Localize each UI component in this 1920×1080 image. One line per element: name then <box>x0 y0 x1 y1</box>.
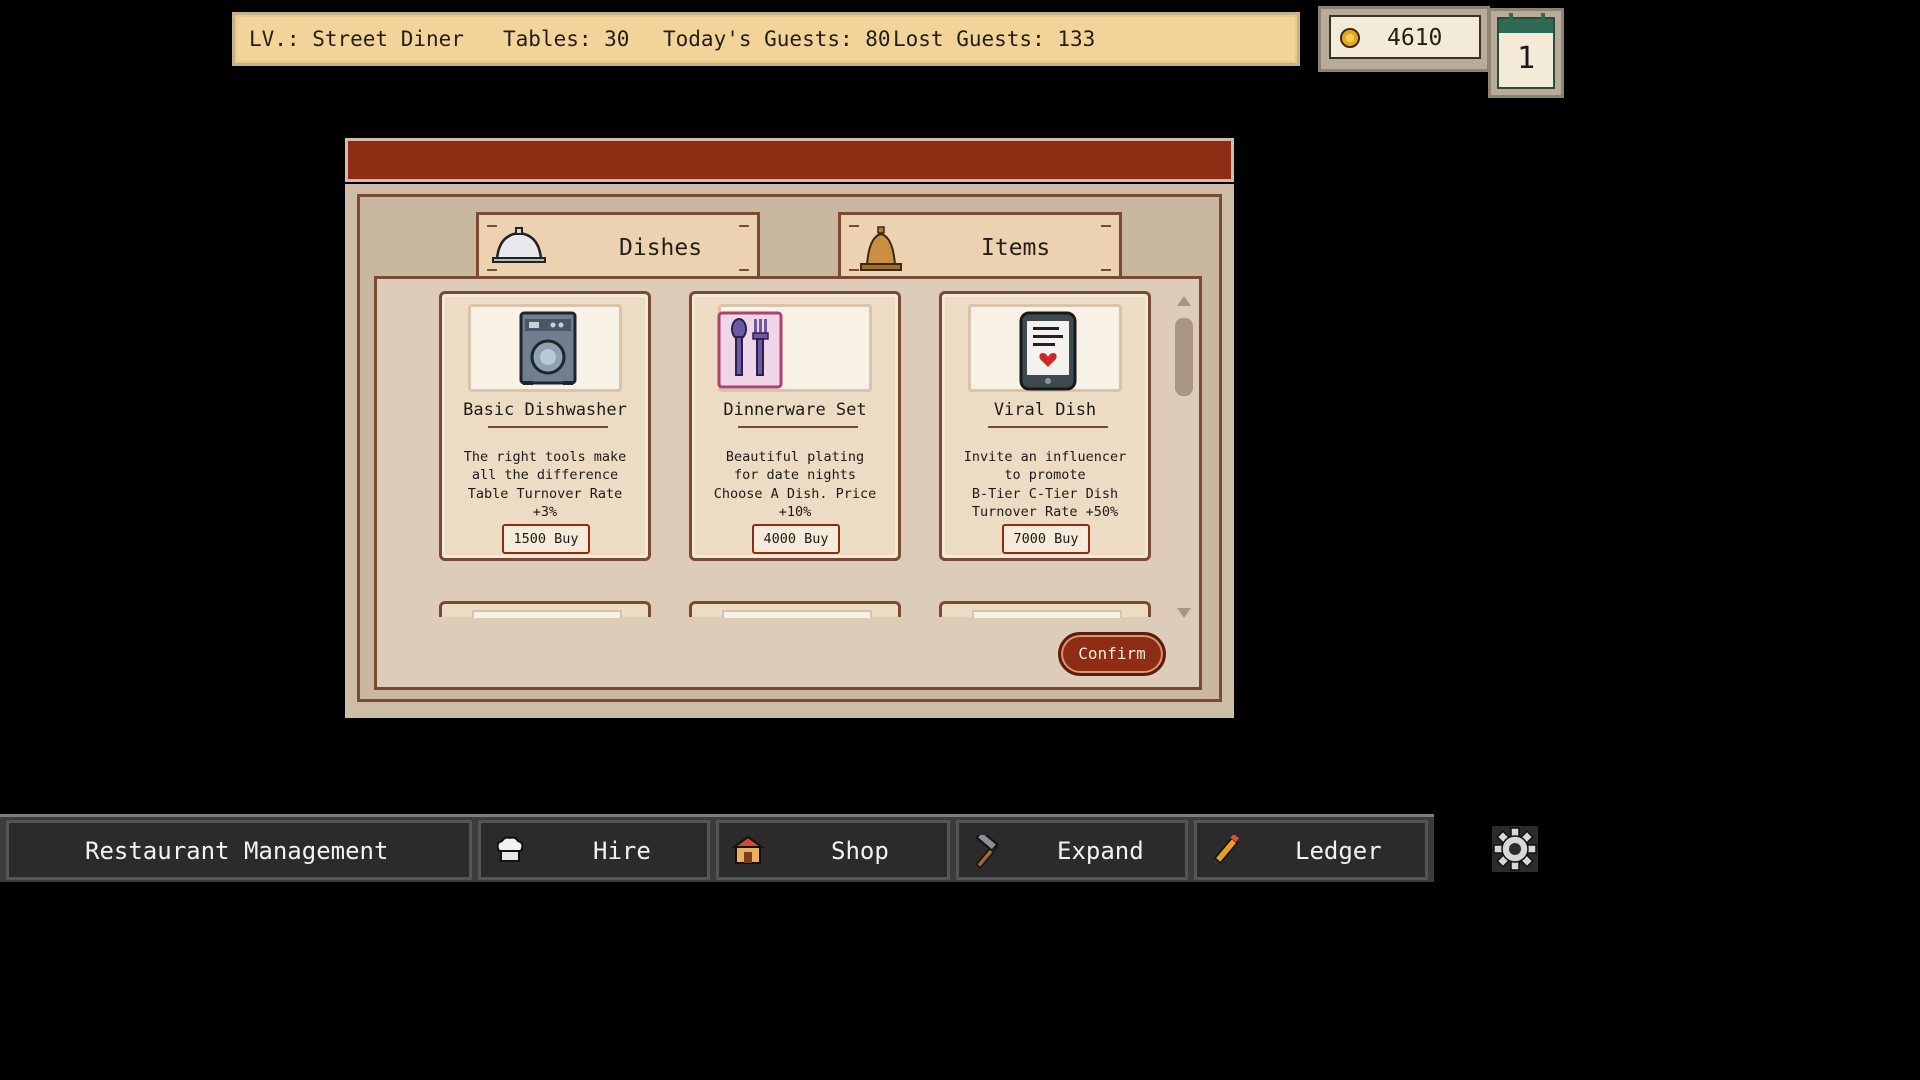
item-name: Viral Dish <box>993 400 1097 420</box>
restaurant-level: LV.: Street Diner <box>249 27 464 51</box>
buy-button[interactable]: 4000 Buy <box>752 524 840 554</box>
tab-dishes[interactable]: Dishes <box>476 212 760 278</box>
settings-button[interactable] <box>1490 824 1540 874</box>
expand-button[interactable]: Expand <box>956 820 1188 880</box>
scroll-down-arrow-icon[interactable] <box>1176 604 1192 623</box>
cloche-icon <box>491 225 547 269</box>
shop-item-card: Basic Dishwasher The right tools make al… <box>439 291 651 561</box>
hire-label: Hire <box>593 837 651 865</box>
status-bar: LV.: Street Diner Tables: 30 Today's Gue… <box>232 12 1429 66</box>
restaurant-management-title: Restaurant Management <box>6 820 472 880</box>
item-name: Basic Dishwasher <box>463 400 627 420</box>
cutlery-icon <box>717 311 783 389</box>
item-description: Beautiful plating for date nights Choose… <box>713 449 877 520</box>
tab-dishes-label: Dishes <box>619 235 703 261</box>
shop-label: Shop <box>831 837 889 865</box>
calendar-day[interactable]: 1 <box>1488 8 1564 98</box>
ledger-button[interactable]: Ledger <box>1194 820 1428 880</box>
hammer-icon <box>971 830 1005 873</box>
item-description: Invite an influencer to promote B-Tier C… <box>963 449 1127 520</box>
calendar-icon: 1 <box>1497 13 1555 89</box>
bottom-nav-title: Restaurant Management <box>85 837 389 865</box>
item-name: Dinnerware Set <box>723 400 867 420</box>
tables-count: Tables: 30 <box>503 27 630 51</box>
shop-button[interactable]: Shop <box>716 820 950 880</box>
buy-button[interactable]: 7000 Buy <box>1002 524 1090 554</box>
shop-item-card: Dinnerware Set Beautiful plating for dat… <box>689 291 901 561</box>
tab-items-label: Items <box>981 235 1051 261</box>
buy-button[interactable]: 1500 Buy <box>502 524 590 554</box>
scroll-up-arrow-icon[interactable] <box>1176 292 1192 311</box>
ledger-label: Ledger <box>1295 837 1382 865</box>
modal-title-bar <box>345 138 1234 182</box>
tab-items[interactable]: Items <box>838 212 1122 278</box>
scrollbar-thumb[interactable] <box>1175 318 1193 396</box>
item-image <box>717 304 872 392</box>
hire-button[interactable]: Hire <box>478 820 710 880</box>
coin-counter: 4610 <box>1318 6 1490 72</box>
chef-hat-icon <box>493 835 527 871</box>
shop-item-card: Viral Dish Invite an influencer to promo… <box>939 291 1151 561</box>
shop-item-card-partial <box>939 601 1151 618</box>
item-image <box>968 304 1122 392</box>
item-image <box>468 304 622 392</box>
confirm-button[interactable]: Confirm <box>1058 632 1166 676</box>
item-description: The right tools make all the difference … <box>463 449 627 520</box>
todays-guests: Today's Guests: 80 <box>663 27 891 51</box>
shop-item-card-partial <box>689 601 901 618</box>
day-number: 1 <box>1516 41 1536 76</box>
shop-item-card-partial <box>439 601 651 618</box>
pencil-icon <box>1209 833 1243 873</box>
lost-guests: Lost Guests: 133 <box>893 27 1096 51</box>
coin-amount: 4610 <box>1387 25 1443 51</box>
gear-icon <box>1492 826 1538 872</box>
coin-icon <box>1339 27 1361 53</box>
dishwasher-icon <box>519 311 577 385</box>
phone-heart-icon <box>1019 311 1077 391</box>
bell-icon <box>853 225 909 277</box>
expand-label: Expand <box>1057 837 1144 865</box>
shop-icon <box>730 835 766 871</box>
